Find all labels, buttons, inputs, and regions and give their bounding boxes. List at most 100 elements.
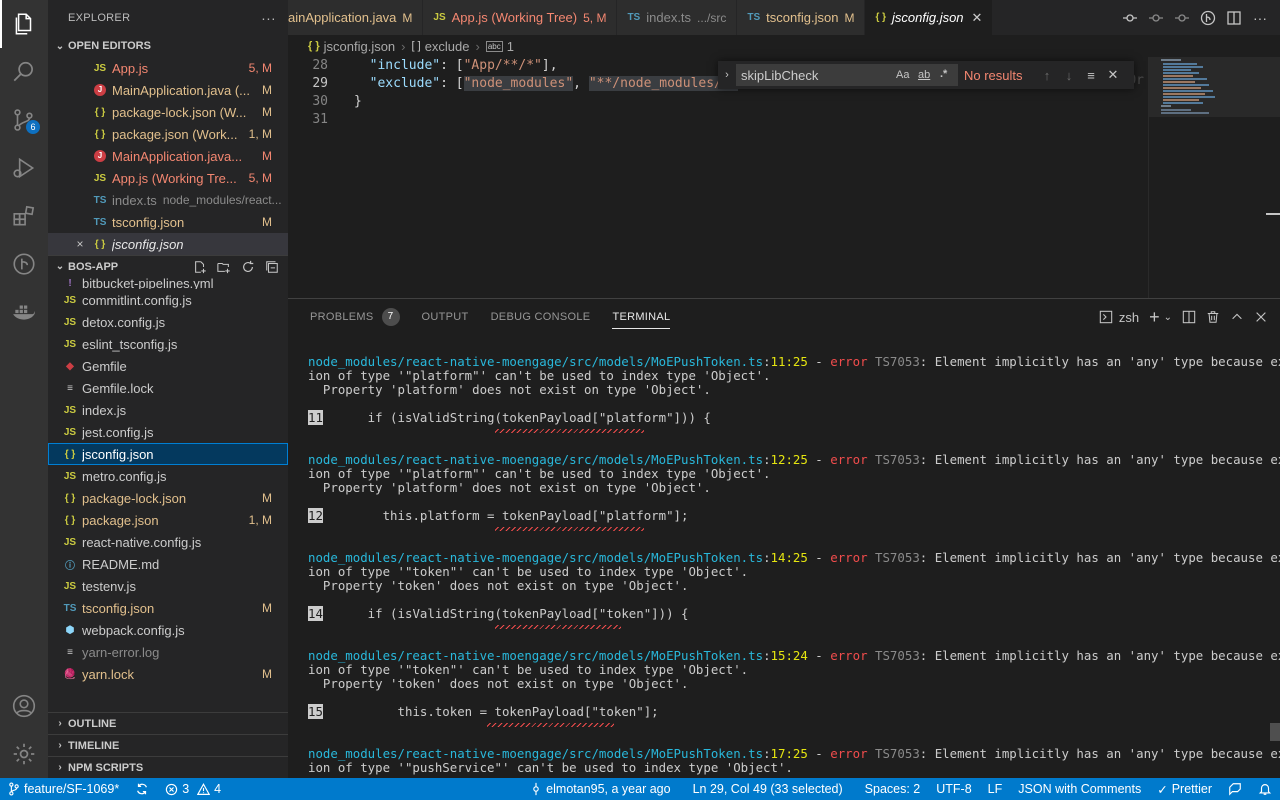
file-tree-item[interactable]: { } package-lock.json M (48, 487, 288, 509)
code-editor[interactable]: 28 "include": ["App/**/*"], 29 "exclude":… (288, 57, 1148, 298)
terminal-output[interactable]: node_modules/react-native-moengage/src/m… (308, 355, 1280, 775)
array-icon: [ ] (411, 40, 421, 52)
open-editor-item[interactable]: JS App.js (Working Tre... 5, M (48, 167, 288, 189)
feedback-icon[interactable] (1220, 778, 1250, 800)
open-editor-item-active[interactable]: × { } jsconfig.json (48, 233, 288, 255)
more-actions-icon[interactable]: ··· (261, 10, 276, 26)
open-editor-item[interactable]: { } package-lock.json (W... M (48, 101, 288, 123)
sync-icon[interactable] (127, 778, 157, 800)
file-tree-item[interactable]: JS commitlint.config.js (48, 289, 288, 311)
close-icon[interactable]: × (72, 237, 88, 251)
git-blame-status[interactable]: elmotan95, a year ago (522, 778, 678, 800)
open-editor-item[interactable]: { } package.json (Work... 1, M (48, 123, 288, 145)
timeline-section[interactable]: › TIMELINE (48, 734, 288, 756)
tab-output[interactable]: OUTPUT (422, 299, 469, 335)
prettier-status[interactable]: ✓ Prettier (1149, 778, 1220, 800)
editor-tab[interactable]: TS tsconfig.json M (737, 0, 866, 35)
next-change-icon[interactable] (1172, 8, 1192, 28)
file-tree-item[interactable]: ⓘ README.md (48, 553, 288, 575)
open-editor-item[interactable]: TS index.ts node_modules/react... (48, 189, 288, 211)
source-control-icon[interactable]: 6 (0, 96, 48, 144)
file-tree-item[interactable]: ◆ Gemfile (48, 355, 288, 377)
manage-gear-icon[interactable] (0, 730, 48, 778)
file-tree-item[interactable]: TS tsconfig.json M (48, 597, 288, 619)
split-terminal-icon[interactable] (1182, 307, 1196, 327)
new-file-icon[interactable] (192, 259, 208, 275)
file-tree-item[interactable]: { } jsconfig.json (48, 443, 288, 465)
whole-word-icon[interactable]: ab (918, 69, 930, 81)
trash-icon[interactable] (1206, 307, 1220, 327)
file-tree-item[interactable]: JS react-native.config.js (48, 531, 288, 553)
file-tree-item[interactable]: ⬢ webpack.config.js (48, 619, 288, 641)
find-in-selection-icon[interactable]: ≡ (1080, 68, 1102, 83)
split-editor-icon[interactable] (1224, 8, 1244, 28)
file-tree-item[interactable]: ! bitbucket-pipelines.yml (48, 277, 288, 289)
breadcrumb-index[interactable]: 1 (507, 39, 514, 54)
open-editor-item[interactable]: TS tsconfig.json M (48, 211, 288, 233)
tab-problems[interactable]: PROBLEMS 7 (310, 299, 400, 335)
maximize-panel-icon[interactable] (1230, 307, 1244, 327)
chevron-down-icon[interactable]: ⌄ (1164, 307, 1172, 327)
file-tree-item[interactable]: { } package.json 1, M (48, 509, 288, 531)
next-match-icon[interactable]: ↓ (1058, 68, 1080, 83)
file-tree-item[interactable]: ≡ Gemfile.lock (48, 377, 288, 399)
branch-status[interactable]: feature/SF-1069* (0, 778, 127, 800)
open-changes-icon[interactable] (1120, 8, 1140, 28)
chevron-right-icon: › (58, 740, 62, 751)
terminal-scrollbar[interactable] (1270, 723, 1280, 741)
file-tree-item[interactable]: JS metro.config.js (48, 465, 288, 487)
git-graph-icon[interactable] (0, 240, 48, 288)
indentation[interactable]: Spaces: 2 (857, 778, 929, 800)
tab-debug-console[interactable]: DEBUG CONSOLE (491, 299, 591, 335)
open-editor-item[interactable]: JS App.js 5, M (48, 57, 288, 79)
cursor-position[interactable]: Ln 29, Col 49 (33 selected) (685, 778, 851, 800)
problems-status[interactable]: 3 4 (157, 778, 229, 800)
run-debug-icon[interactable] (0, 144, 48, 192)
previous-change-icon[interactable] (1146, 8, 1166, 28)
file-tree-item[interactable]: JS index.js (48, 399, 288, 421)
collapse-all-icon[interactable] (264, 259, 280, 275)
new-terminal-icon[interactable]: + (1149, 307, 1160, 327)
encoding[interactable]: UTF-8 (928, 778, 979, 800)
file-tree-item[interactable]: JS jest.config.js (48, 421, 288, 443)
toggle-replace-icon[interactable]: › (718, 69, 736, 81)
file-tree-item[interactable]: 🧶 yarn.lock M (48, 663, 288, 685)
editor-tab[interactable]: { } jsconfig.json ✕ (865, 0, 994, 35)
open-editor-item[interactable]: J MainApplication.java (... M (48, 79, 288, 101)
minimap[interactable] (1148, 57, 1280, 298)
search-icon[interactable] (0, 48, 48, 96)
open-editor-item[interactable]: J MainApplication.java... M (48, 145, 288, 167)
file-tree-item[interactable]: JS detox.config.js (48, 311, 288, 333)
notifications-bell-icon[interactable] (1250, 778, 1280, 800)
language-mode[interactable]: JSON with Comments (1010, 778, 1149, 800)
open-editors-header[interactable]: ⌄ OPEN EDITORS (48, 35, 288, 57)
account-icon[interactable] (0, 682, 48, 730)
editor-tab[interactable]: JS App.js (Working Tree) 5, M (423, 0, 618, 35)
editor-tab[interactable]: ainApplication.java M (288, 0, 424, 35)
npm-scripts-section[interactable]: › NPM SCRIPTS (48, 756, 288, 778)
breadcrumb-node[interactable]: exclude (425, 39, 470, 54)
docker-icon[interactable] (0, 288, 48, 336)
outline-section[interactable]: › OUTLINE (48, 712, 288, 734)
refresh-icon[interactable] (240, 259, 256, 275)
project-header[interactable]: ⌄ BOS-APP (48, 255, 288, 277)
close-tab-icon[interactable]: ✕ (972, 10, 983, 26)
editor-tab[interactable]: TS index.ts .../src (617, 0, 738, 35)
close-panel-icon[interactable] (1254, 307, 1268, 327)
tab-terminal[interactable]: TERMINAL (612, 299, 671, 335)
breadcrumb-file[interactable]: jsconfig.json (324, 39, 396, 54)
more-editor-actions-icon[interactable]: ··· (1250, 8, 1270, 28)
end-of-line[interactable]: LF (980, 778, 1011, 800)
regex-icon[interactable]: .* (940, 68, 947, 80)
extensions-icon[interactable] (0, 192, 48, 240)
terminal-selector[interactable]: zsh (1099, 307, 1139, 327)
file-tree-item[interactable]: JS eslint_tsconfig.js (48, 333, 288, 355)
git-blame-icon[interactable] (1198, 8, 1218, 28)
close-find-icon[interactable]: ✕ (1102, 67, 1124, 83)
match-case-icon[interactable]: Aa (896, 69, 909, 81)
new-folder-icon[interactable] (216, 259, 232, 275)
file-tree-item[interactable]: ≡ yarn-error.log (48, 641, 288, 663)
previous-match-icon[interactable]: ↑ (1036, 68, 1058, 83)
file-tree-item[interactable]: JS testenv.js (48, 575, 288, 597)
explorer-icon[interactable] (0, 0, 48, 48)
